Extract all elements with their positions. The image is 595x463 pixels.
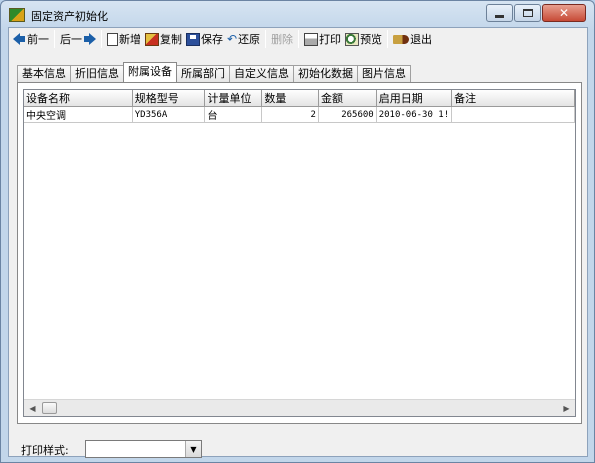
table-header-row: 设备名称 规格型号 计量单位 数量 金额 启用日期 备注 <box>24 90 575 107</box>
tab-attached-equipment[interactable]: 附属设备 <box>123 62 177 82</box>
minimize-icon <box>495 14 504 18</box>
tab-init-data[interactable]: 初始化数据 <box>293 65 358 82</box>
print-style-select[interactable]: ▼ <box>85 440 202 458</box>
window-title: 固定资产初始化 <box>31 10 108 23</box>
toolbar-separator <box>54 30 55 48</box>
copy-icon <box>145 32 159 46</box>
maximize-icon <box>522 9 533 17</box>
table-row[interactable]: 中央空调 YD356A 台 2 265600 2010-06-30 1! <box>24 106 575 123</box>
new-label: 新增 <box>119 33 141 46</box>
table-cell[interactable]: 中央空调 <box>24 106 133 123</box>
toolbar-separator <box>298 30 300 48</box>
app-icon <box>9 8 25 22</box>
print-style-label: 打印样式: <box>21 444 69 457</box>
column-header[interactable]: 启用日期 <box>376 90 453 107</box>
window-controls: ✕ <box>486 4 586 22</box>
tab-department[interactable]: 所属部门 <box>176 65 230 82</box>
save-icon <box>186 32 200 46</box>
undo-icon: ↶ <box>227 31 238 46</box>
table-cell[interactable]: 2010-06-30 1! <box>376 106 453 123</box>
tab-strip: 基本信息 折旧信息 附属设备 所属部门 自定义信息 初始化数据 图片信息 <box>17 62 411 82</box>
scroll-right-icon[interactable]: ▶ <box>558 400 575 416</box>
column-header[interactable]: 数量 <box>261 90 319 107</box>
toolbar-separator <box>265 30 267 48</box>
column-header[interactable]: 计量单位 <box>204 90 263 107</box>
copy-button[interactable]: 复制 <box>143 29 184 49</box>
scroll-left-icon[interactable]: ◀ <box>24 400 41 416</box>
column-header[interactable]: 规格型号 <box>132 90 206 107</box>
print-label: 打印 <box>319 33 342 46</box>
table-cell[interactable]: 265600 <box>318 106 377 123</box>
tab-custom-info[interactable]: 自定义信息 <box>229 65 294 82</box>
tab-basic-info[interactable]: 基本信息 <box>17 65 71 82</box>
app-window: 固定资产初始化 ✕ 前一 后一 新增 复制 保存 ↶ 还原 删除 打印 预览 退… <box>0 0 595 463</box>
preview-button[interactable]: 预览 <box>343 29 384 49</box>
arrow-right-icon <box>89 33 96 45</box>
save-label: 保存 <box>201 33 223 46</box>
tab-image-info[interactable]: 图片信息 <box>357 65 411 82</box>
delete-button[interactable]: 删除 <box>269 29 295 49</box>
dropdown-arrow-icon[interactable]: ▼ <box>185 441 201 457</box>
equipment-grid[interactable]: 设备名称 规格型号 计量单位 数量 金额 启用日期 备注 中央空调 YD356A <box>23 89 576 417</box>
table-cell[interactable] <box>451 106 575 123</box>
horizontal-scrollbar[interactable]: ◀ ▶ <box>24 399 575 416</box>
toolbar: 前一 后一 新增 复制 保存 ↶ 还原 删除 打印 预览 退出 <box>9 28 587 50</box>
next-button[interactable]: 后一 <box>58 29 98 49</box>
printer-icon <box>304 32 319 46</box>
new-button[interactable]: 新增 <box>105 29 143 49</box>
tab-depreciation-info[interactable]: 折旧信息 <box>70 65 124 82</box>
exit-button[interactable]: 退出 <box>391 29 434 49</box>
prev-label: 前一 <box>27 33 49 46</box>
maximize-button[interactable] <box>514 4 541 22</box>
new-document-icon <box>107 32 118 46</box>
toolbar-separator <box>387 30 389 48</box>
copy-label: 复制 <box>160 33 182 46</box>
exit-label: 退出 <box>410 33 433 46</box>
scroll-thumb[interactable] <box>42 402 57 414</box>
client-area: 前一 后一 新增 复制 保存 ↶ 还原 删除 打印 预览 退出 基本信息 折旧信… <box>8 27 588 458</box>
minimize-button[interactable] <box>486 4 513 22</box>
equipment-table: 设备名称 规格型号 计量单位 数量 金额 启用日期 备注 中央空调 YD356A <box>24 90 575 123</box>
close-button[interactable]: ✕ <box>542 4 586 22</box>
print-button[interactable]: 打印 <box>302 29 343 49</box>
column-header[interactable]: 设备名称 <box>24 90 133 107</box>
table-cell[interactable]: 2 <box>261 106 319 123</box>
exit-icon <box>393 34 410 44</box>
column-header[interactable]: 备注 <box>451 90 575 107</box>
close-icon: ✕ <box>558 6 570 20</box>
restore-button[interactable]: ↶ 还原 <box>225 29 262 49</box>
arrow-left-tail-icon <box>19 36 25 42</box>
toolbar-separator <box>101 30 102 48</box>
save-button[interactable]: 保存 <box>184 29 225 49</box>
table-cell[interactable]: 台 <box>204 106 263 123</box>
prev-button[interactable]: 前一 <box>11 29 51 49</box>
next-label: 后一 <box>60 33 82 46</box>
preview-icon <box>345 32 360 46</box>
delete-label: 删除 <box>271 33 294 46</box>
table-cell[interactable]: YD356A <box>132 106 206 123</box>
tab-panel: 设备名称 规格型号 计量单位 数量 金额 启用日期 备注 中央空调 YD356A <box>17 82 582 424</box>
preview-label: 预览 <box>360 33 383 46</box>
restore-label: 还原 <box>238 33 261 46</box>
column-header[interactable]: 金额 <box>318 90 377 107</box>
title-bar[interactable]: 固定资产初始化 ✕ <box>1 1 594 27</box>
